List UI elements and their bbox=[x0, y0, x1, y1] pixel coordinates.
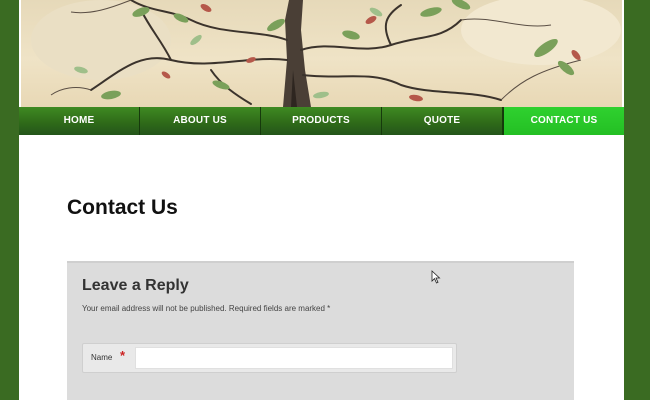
required-asterisk: * bbox=[120, 348, 126, 363]
header-banner-image bbox=[21, 0, 622, 107]
comment-reply-form: Leave a Reply Your email address will no… bbox=[67, 261, 574, 400]
reply-heading: Leave a Reply bbox=[82, 277, 189, 294]
name-input[interactable] bbox=[135, 347, 453, 369]
main-navigation: HOME ABOUT US PRODUCTS QUOTE CONTACT US bbox=[19, 107, 624, 135]
page-title: Contact Us bbox=[67, 196, 178, 219]
page-container: HOME ABOUT US PRODUCTS QUOTE CONTACT US … bbox=[19, 0, 624, 400]
mouse-cursor-icon bbox=[431, 270, 441, 284]
nav-item-home[interactable]: HOME bbox=[19, 107, 140, 135]
reply-notice: Your email address will not be published… bbox=[82, 304, 331, 313]
nav-item-about-us[interactable]: ABOUT US bbox=[140, 107, 261, 135]
name-field-label: Name bbox=[91, 353, 113, 362]
nav-item-quote[interactable]: QUOTE bbox=[382, 107, 503, 135]
bonsai-tree-image bbox=[31, 0, 621, 107]
name-field-row: Name * bbox=[82, 343, 457, 373]
nav-item-contact-us[interactable]: CONTACT US bbox=[503, 107, 624, 135]
nav-item-products[interactable]: PRODUCTS bbox=[261, 107, 382, 135]
